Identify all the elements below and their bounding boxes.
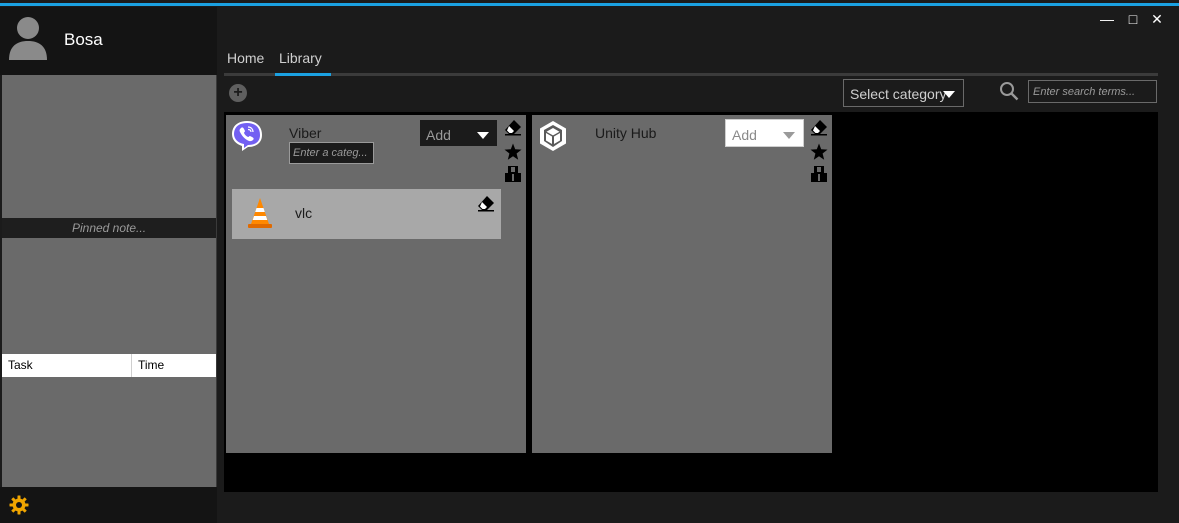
star-icon[interactable] — [504, 143, 522, 161]
tab-home[interactable]: Home — [227, 50, 264, 66]
close-button[interactable]: ✕ — [1148, 10, 1166, 28]
add-dropdown[interactable]: Add — [725, 119, 804, 147]
add-dropdown-value: Add — [732, 127, 757, 143]
eraser-icon[interactable] — [810, 118, 828, 136]
accent-strip — [0, 3, 1179, 6]
vlc-icon — [248, 198, 272, 228]
viber-icon — [232, 121, 262, 151]
avatar-icon[interactable] — [8, 16, 48, 60]
box-icon[interactable] — [504, 165, 522, 183]
chevron-down-icon — [783, 132, 795, 139]
box-icon[interactable] — [810, 165, 828, 183]
chevron-down-icon — [477, 132, 489, 139]
app-name: Viber — [289, 125, 322, 141]
tab-library[interactable]: Library — [279, 50, 322, 66]
maximize-button[interactable]: □ — [1124, 10, 1142, 28]
task-column-header[interactable]: Task — [2, 354, 132, 377]
eraser-icon[interactable] — [477, 194, 495, 212]
unity-icon — [540, 121, 566, 151]
app-name: Unity Hub — [595, 125, 657, 141]
sidebar-panel: Pinned note... Task Time — [2, 75, 216, 487]
profile-header: Bosa — [0, 7, 217, 75]
library-grid: Viber Add vlc — [224, 112, 1158, 492]
star-icon[interactable] — [810, 143, 828, 161]
title-bar[interactable] — [0, 0, 1179, 7]
gear-icon[interactable] — [9, 495, 29, 515]
search-input[interactable] — [1028, 80, 1157, 103]
app-card-unity-hub[interactable]: Unity Hub Add — [532, 115, 832, 453]
add-dropdown[interactable]: Add — [419, 119, 498, 147]
category-select-value: Select category — [850, 86, 947, 102]
add-item-button[interactable]: + — [229, 84, 247, 102]
username: Bosa — [64, 30, 103, 49]
app-card-vlc[interactable]: vlc — [232, 189, 501, 239]
tab-underline — [224, 73, 1158, 76]
app-name: vlc — [295, 205, 313, 221]
minimize-button[interactable]: — — [1098, 10, 1116, 28]
task-table-header: Task Time — [2, 354, 216, 377]
pinned-note[interactable]: Pinned note... — [2, 218, 216, 238]
time-column-header[interactable]: Time — [132, 354, 216, 377]
search-icon[interactable] — [999, 81, 1019, 101]
active-tab-indicator — [275, 73, 331, 76]
category-select[interactable]: Select category — [843, 79, 964, 107]
category-input[interactable] — [289, 142, 374, 164]
sidebar: Bosa Pinned note... Task Time — [0, 7, 217, 523]
chevron-down-icon — [943, 91, 955, 98]
add-dropdown-value: Add — [426, 127, 451, 143]
eraser-icon[interactable] — [504, 118, 522, 136]
sidebar-footer — [0, 487, 217, 523]
app-card-viber[interactable]: Viber Add vlc — [226, 115, 526, 453]
